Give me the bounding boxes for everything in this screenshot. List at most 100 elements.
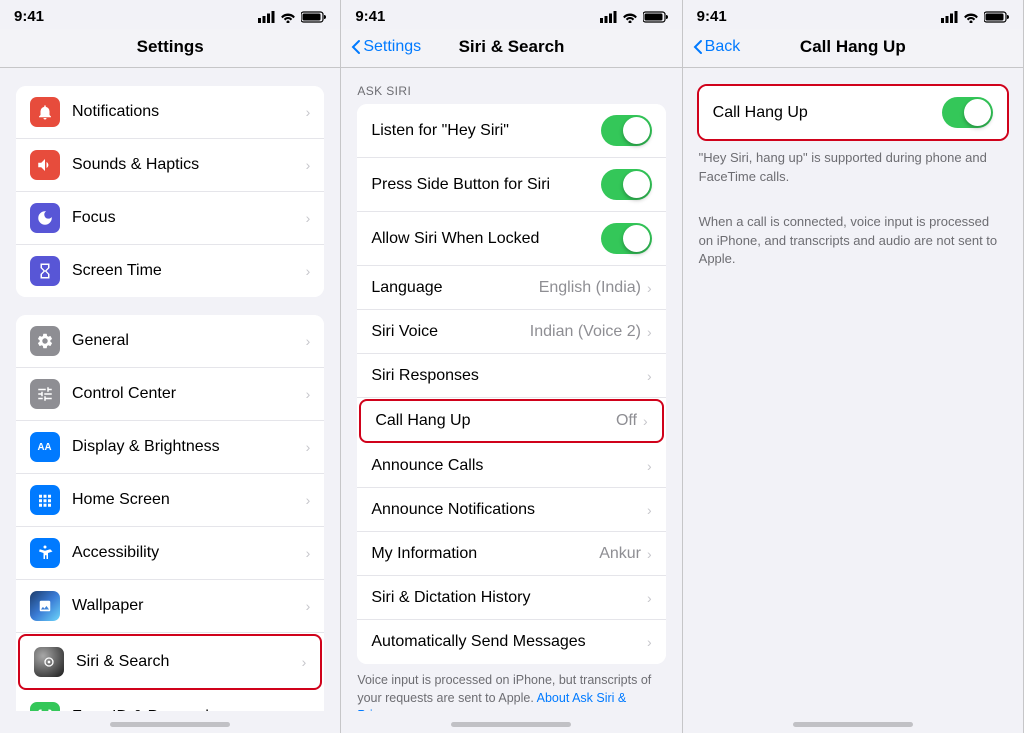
call-hang-up-highlighted-group: Call Hang Up xyxy=(697,84,1009,141)
status-icons-2 xyxy=(600,11,668,23)
status-bar-2: 9:41 xyxy=(341,0,681,29)
sounds-chevron: › xyxy=(306,157,311,173)
press-side-label: Press Side Button for Siri xyxy=(371,176,600,194)
photo-icon xyxy=(38,599,52,613)
allow-locked-toggle[interactable] xyxy=(601,223,652,254)
sounds-haptics-item[interactable]: Sounds & Haptics › xyxy=(16,139,324,192)
status-time-2: 9:41 xyxy=(355,8,385,25)
home-bar-1 xyxy=(110,722,230,727)
control-center-chevron: › xyxy=(306,386,311,402)
auto-send-chevron: › xyxy=(647,634,652,650)
face-id-chevron: › xyxy=(306,709,311,711)
siri-responses-label: Siri Responses xyxy=(371,367,645,385)
wallpaper-item[interactable]: Wallpaper › xyxy=(16,580,324,633)
home-indicator-2 xyxy=(341,711,681,733)
siri-voice-item[interactable]: Siri Voice Indian (Voice 2) › xyxy=(357,310,665,354)
language-label: Language xyxy=(371,279,538,297)
status-time-3: 9:41 xyxy=(697,8,727,25)
moon-icon xyxy=(36,209,54,227)
battery-icon-2 xyxy=(643,11,668,23)
siri-search-chevron: › xyxy=(302,654,307,670)
wallpaper-label: Wallpaper xyxy=(72,597,304,615)
nav-back-3[interactable]: Back xyxy=(693,38,741,56)
accessibility-icon-bg xyxy=(30,538,60,568)
bell-icon xyxy=(36,103,54,121)
display-brightness-item[interactable]: AA Display & Brightness › xyxy=(16,421,324,474)
listen-hey-siri-toggle[interactable] xyxy=(601,115,652,146)
accessibility-item[interactable]: Accessibility › xyxy=(16,527,324,580)
notifications-item[interactable]: Notifications › xyxy=(16,86,324,139)
status-bar-3: 9:41 xyxy=(683,0,1023,29)
my-information-label: My Information xyxy=(371,545,599,563)
faceid-icon xyxy=(36,708,54,711)
announce-calls-item[interactable]: Announce Calls › xyxy=(357,444,665,488)
siri-scroll[interactable]: ASK SIRI Listen for "Hey Siri" Press Sid… xyxy=(341,68,681,711)
siri-search-item[interactable]: Siri & Search › xyxy=(18,634,322,690)
call-hang-up-toggle[interactable] xyxy=(942,97,993,128)
siri-nav-title: Siri & Search xyxy=(459,37,565,57)
language-item[interactable]: Language English (India) › xyxy=(357,266,665,310)
call-hang-up-panel: 9:41 Back Call Hang Up Call Hang Up "Hey… xyxy=(683,0,1024,733)
my-information-chevron: › xyxy=(647,546,652,562)
home-bar-3 xyxy=(793,722,913,727)
focus-item[interactable]: Focus › xyxy=(16,192,324,245)
svg-text:AA: AA xyxy=(38,442,52,453)
notifications-label: Notifications xyxy=(72,103,304,121)
nav-back-label-3: Back xyxy=(705,38,741,56)
nav-back-2[interactable]: Settings xyxy=(351,38,421,56)
allow-locked-item[interactable]: Allow Siri When Locked xyxy=(357,212,665,266)
signal-icon-3 xyxy=(941,11,958,23)
auto-send-item[interactable]: Automatically Send Messages › xyxy=(357,620,665,664)
status-bar-1: 9:41 xyxy=(0,0,340,29)
settings-scroll-1[interactable]: Notifications › Sounds & Haptics › Focus… xyxy=(0,68,340,711)
nav-bar-1: Settings xyxy=(0,29,340,68)
call-hang-up-main-item[interactable]: Call Hang Up xyxy=(699,86,1007,139)
home-screen-icon-bg xyxy=(30,485,60,515)
announce-notifications-item[interactable]: Announce Notifications › xyxy=(357,488,665,532)
call-hang-up-desc1: "Hey Siri, hang up" is supported during … xyxy=(683,141,1023,195)
listen-hey-siri-label: Listen for "Hey Siri" xyxy=(371,122,600,140)
wifi-icon xyxy=(280,11,296,23)
allow-locked-label: Allow Siri When Locked xyxy=(371,230,600,248)
home-indicator-3 xyxy=(683,711,1023,733)
home-screen-item[interactable]: Home Screen › xyxy=(16,474,324,527)
call-hang-up-label: Call Hang Up xyxy=(375,412,616,430)
wallpaper-chevron: › xyxy=(306,598,311,614)
top-settings-group: Notifications › Sounds & Haptics › Focus… xyxy=(16,86,324,297)
general-item[interactable]: General › xyxy=(16,315,324,368)
accessibility-label: Accessibility xyxy=(72,544,304,562)
press-side-item[interactable]: Press Side Button for Siri xyxy=(357,158,665,212)
listen-hey-siri-item[interactable]: Listen for "Hey Siri" xyxy=(357,104,665,158)
notifications-chevron: › xyxy=(306,104,311,120)
siri-dictation-chevron: › xyxy=(647,590,652,606)
language-chevron: › xyxy=(647,280,652,296)
siri-search-label: Siri & Search xyxy=(76,653,300,671)
screen-time-label: Screen Time xyxy=(72,262,304,280)
my-information-item[interactable]: My Information Ankur › xyxy=(357,532,665,576)
call-hang-up-item[interactable]: Call Hang Up Off › xyxy=(359,399,663,443)
screen-time-chevron: › xyxy=(306,263,311,279)
siri-icon-bg xyxy=(34,647,64,677)
language-value: English (India) xyxy=(539,279,641,297)
press-side-toggle[interactable] xyxy=(601,169,652,200)
display-label: Display & Brightness xyxy=(72,438,304,456)
home-indicator-1 xyxy=(0,711,340,733)
my-information-value: Ankur xyxy=(599,545,641,563)
nav-back-label-2: Settings xyxy=(363,38,421,56)
siri-responses-item[interactable]: Siri Responses › xyxy=(357,354,665,398)
display-icon-bg: AA xyxy=(30,432,60,462)
control-center-item[interactable]: Control Center › xyxy=(16,368,324,421)
face-id-item[interactable]: Face ID & Passcode › xyxy=(16,691,324,711)
screen-time-item[interactable]: Screen Time › xyxy=(16,245,324,297)
accessibility-chevron: › xyxy=(306,545,311,561)
call-hang-up-scroll[interactable]: Call Hang Up "Hey Siri, hang up" is supp… xyxy=(683,68,1023,711)
face-id-label: Face ID & Passcode xyxy=(72,708,304,711)
home-screen-label: Home Screen xyxy=(72,491,304,509)
general-label: General xyxy=(72,332,304,350)
siri-voice-label: Siri Voice xyxy=(371,323,529,341)
battery-icon-3 xyxy=(984,11,1009,23)
siri-dictation-item[interactable]: Siri & Dictation History › xyxy=(357,576,665,620)
siri-footer: Voice input is processed on iPhone, but … xyxy=(341,664,681,711)
control-center-icon-bg xyxy=(30,379,60,409)
home-screen-chevron: › xyxy=(306,492,311,508)
